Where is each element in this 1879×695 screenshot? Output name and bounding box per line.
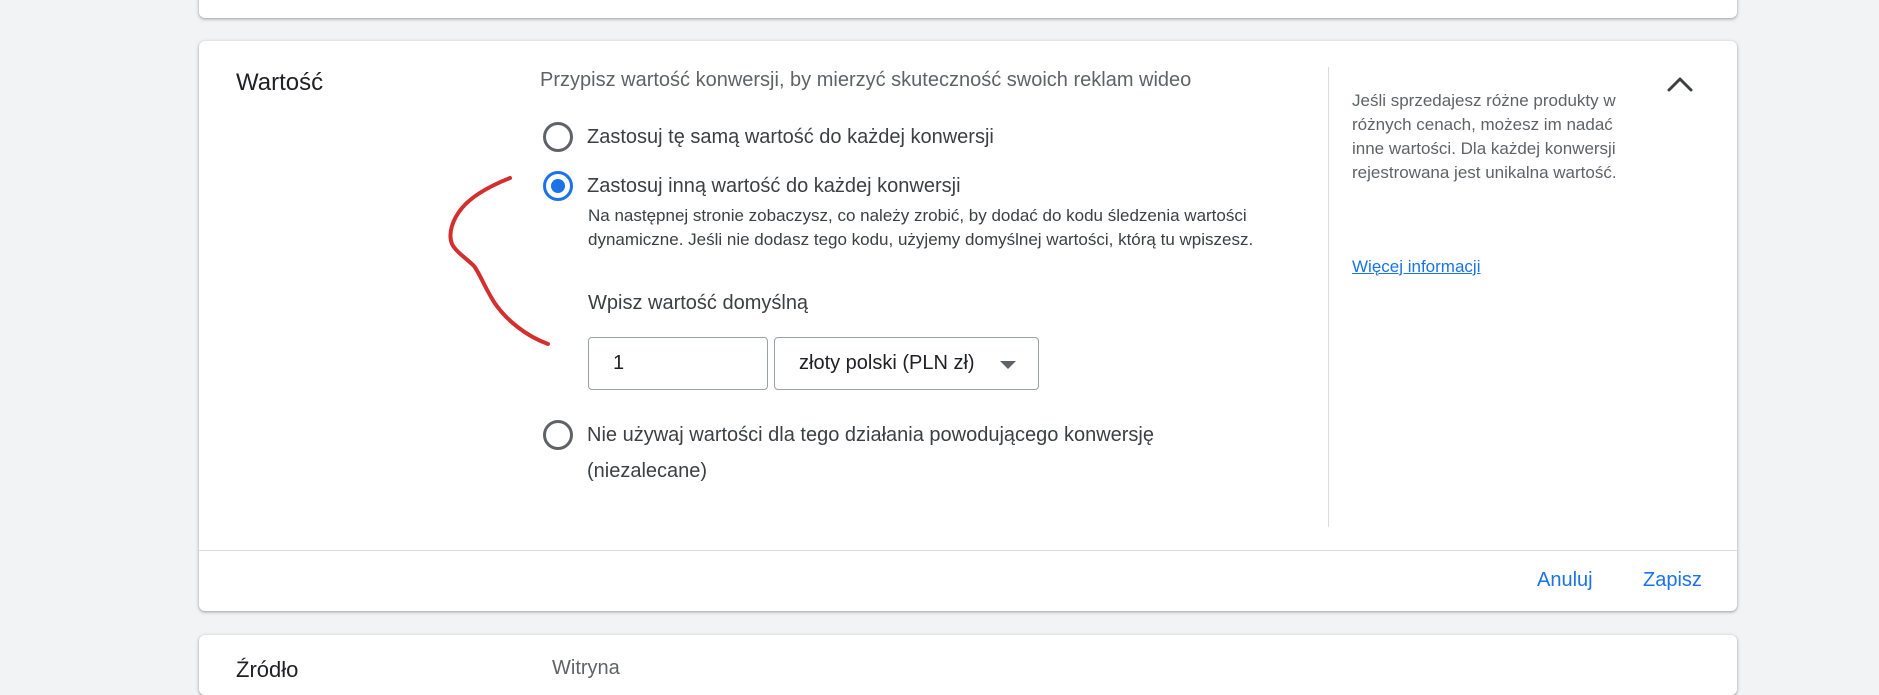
- dynamic-value-helper-text: Na następnej stronie zobaczysz, co należ…: [588, 206, 1254, 249]
- chevron-up-icon[interactable]: [1663, 67, 1697, 101]
- side-help-text: Jeśli sprzedajesz różne produkty w różny…: [1352, 91, 1617, 182]
- option-different-value[interactable]: Zastosuj inną wartość do każdej konwersj…: [543, 171, 961, 201]
- option-same-value-label[interactable]: Zastosuj tę samą wartość do każdej konwe…: [587, 122, 994, 152]
- option-same-value[interactable]: Zastosuj tę samą wartość do każdej konwe…: [543, 122, 994, 152]
- value-section-card: Wartość Przypisz wartość konwersji, by m…: [199, 41, 1737, 611]
- default-value-input[interactable]: [588, 337, 768, 390]
- currency-select-value: złoty polski (PLN zł): [799, 352, 975, 374]
- option-different-value-label[interactable]: Zastosuj inną wartość do każdej konwersj…: [587, 171, 961, 201]
- option-no-value[interactable]: Nie używaj wartości dla tego działania p…: [543, 420, 1267, 489]
- radio-different-value[interactable]: [543, 171, 573, 201]
- vertical-divider: [1328, 67, 1329, 527]
- learn-more-link[interactable]: Więcej informacji: [1352, 257, 1480, 277]
- previous-section-card: [199, 0, 1737, 18]
- source-section-title: Źródło: [236, 657, 299, 682]
- default-value-label: Wpisz wartość domyślną: [588, 292, 809, 314]
- cancel-button[interactable]: Anuluj: [1537, 569, 1593, 592]
- save-button[interactable]: Zapisz: [1643, 569, 1702, 592]
- footer-divider: [199, 550, 1737, 551]
- section-title: Wartość: [236, 69, 324, 96]
- radio-no-value[interactable]: [543, 420, 573, 450]
- radio-same-value[interactable]: [543, 122, 573, 152]
- section-description: Przypisz wartość konwersji, by mierzyć s…: [540, 69, 1192, 91]
- caret-down-icon: [1000, 361, 1016, 369]
- source-section-card: Źródło Witryna: [199, 635, 1737, 695]
- currency-select[interactable]: złoty polski (PLN zł): [774, 337, 1039, 390]
- source-section-description: Witryna: [552, 657, 620, 679]
- option-no-value-label[interactable]: Nie używaj wartości dla tego działania p…: [587, 417, 1267, 489]
